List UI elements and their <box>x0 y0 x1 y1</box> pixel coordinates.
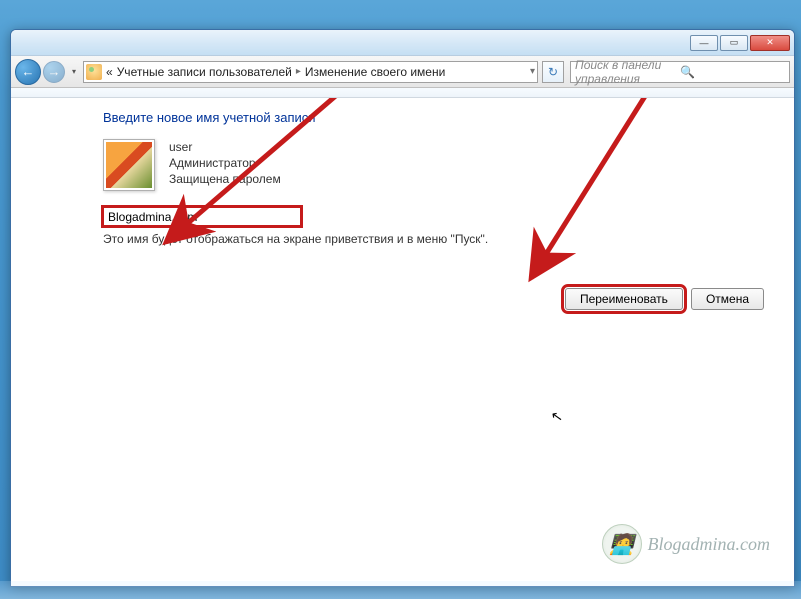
search-input[interactable]: Поиск в панели управления 🔍 <box>570 61 790 83</box>
user-text: user Администратор Защищена паролем <box>169 139 281 191</box>
password-status-label: Защищена паролем <box>169 171 281 187</box>
address-prefix: « <box>106 65 113 79</box>
breadcrumb-segment-2[interactable]: Изменение своего имени <box>305 65 445 79</box>
forward-button: → <box>43 61 65 83</box>
navigation-bar: ← → ▾ « Учетные записи пользователей ▸ И… <box>11 56 794 88</box>
button-row: Переименовать Отмена <box>565 288 764 310</box>
cursor-icon: ↖ <box>550 407 565 426</box>
watermark-text: Blogadmina.com <box>648 534 770 555</box>
maximize-button[interactable]: ▭ <box>720 35 748 51</box>
content-area: Введите новое имя учетной записи user Ад… <box>11 98 794 586</box>
refresh-button[interactable]: ↻ <box>542 61 564 83</box>
toolbar <box>11 88 794 98</box>
close-button[interactable]: ✕ <box>750 35 790 51</box>
avatar-image <box>106 142 152 188</box>
user-info-block: user Администратор Защищена паролем <box>103 139 764 191</box>
history-dropdown[interactable]: ▾ <box>67 67 81 76</box>
minimize-button[interactable]: — <box>690 35 718 51</box>
avatar <box>103 139 155 191</box>
watermark: 🧑‍💻 Blogadmina.com <box>602 524 770 564</box>
address-dropdown-icon[interactable]: ▾ <box>530 66 535 77</box>
new-name-input[interactable] <box>103 207 301 226</box>
role-label: Администратор <box>169 155 281 171</box>
page-title: Введите новое имя учетной записи <box>103 110 764 125</box>
search-icon: 🔍 <box>680 65 785 79</box>
user-accounts-icon <box>86 64 102 80</box>
watermark-icon: 🧑‍💻 <box>602 524 642 564</box>
taskbar <box>0 581 801 599</box>
titlebar: — ▭ ✕ <box>11 30 794 56</box>
back-button[interactable]: ← <box>15 59 41 85</box>
hint-text: Это имя будет отображаться на экране при… <box>103 232 764 246</box>
search-placeholder: Поиск в панели управления <box>575 58 680 86</box>
cancel-button[interactable]: Отмена <box>691 288 764 310</box>
breadcrumb-segment-1[interactable]: Учетные записи пользователей <box>117 65 292 79</box>
control-panel-window: — ▭ ✕ ← → ▾ « Учетные записи пользовател… <box>10 29 795 587</box>
username-label: user <box>169 139 281 155</box>
chevron-right-icon: ▸ <box>296 66 301 77</box>
rename-button[interactable]: Переименовать <box>565 288 683 310</box>
address-bar[interactable]: « Учетные записи пользователей ▸ Изменен… <box>83 61 538 83</box>
